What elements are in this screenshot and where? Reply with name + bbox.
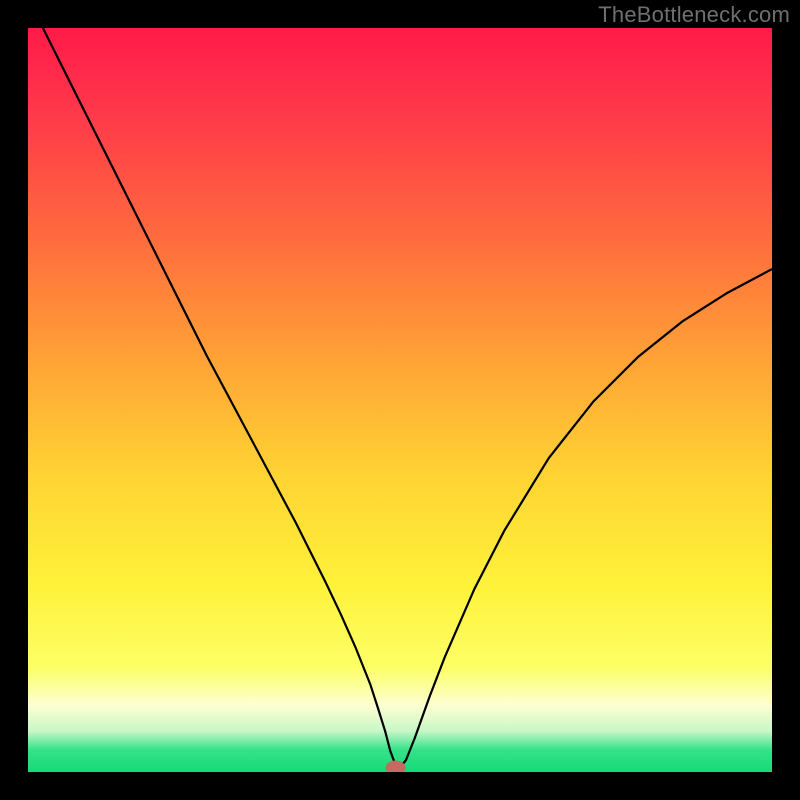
- frame: [0, 772, 800, 800]
- frame: [0, 0, 28, 800]
- plot-background: [28, 28, 772, 772]
- bottleneck-chart: [0, 0, 800, 800]
- watermark-text: TheBottleneck.com: [598, 2, 790, 28]
- frame: [772, 0, 800, 800]
- chart-container: TheBottleneck.com: [0, 0, 800, 800]
